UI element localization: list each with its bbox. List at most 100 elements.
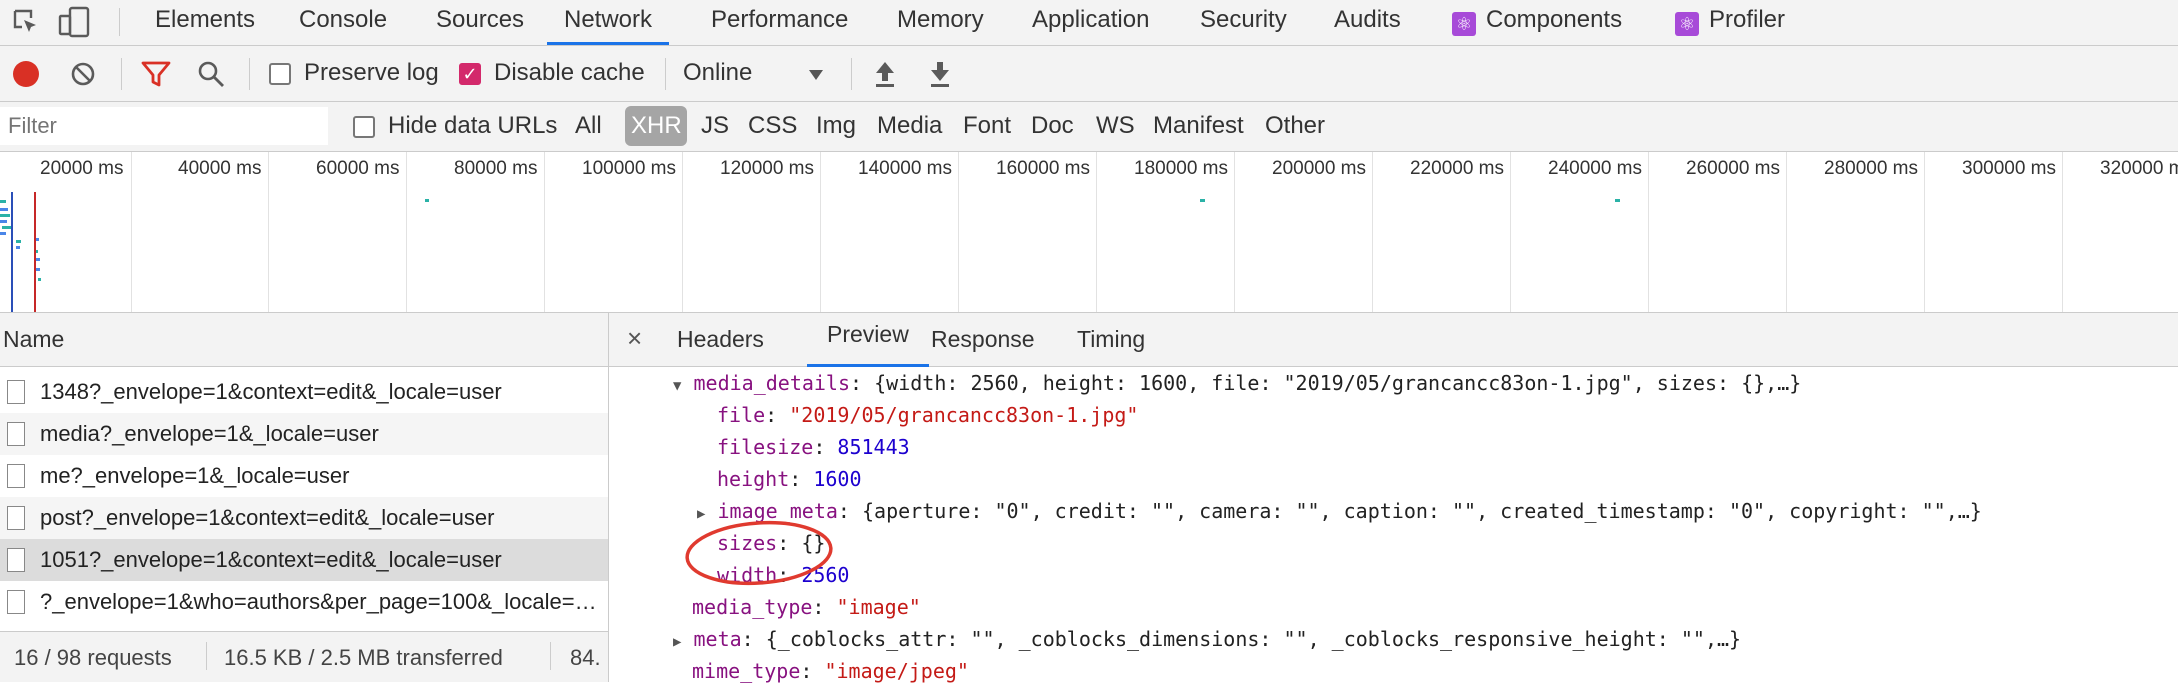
request-row-selected[interactable]: 1051?_envelope=1&context=edit&_locale=us… bbox=[0, 539, 608, 581]
type-filter-css[interactable]: CSS bbox=[748, 112, 797, 140]
toolbar-separator bbox=[665, 58, 666, 90]
request-name: me?_envelope=1&_locale=user bbox=[40, 463, 350, 488]
preserve-log-label: Preserve log bbox=[304, 59, 439, 86]
overview-request-bars bbox=[0, 192, 41, 312]
type-filter-ws[interactable]: WS bbox=[1096, 112, 1135, 140]
status-bar: 16 / 98 requests 16.5 KB / 2.5 MB transf… bbox=[0, 631, 608, 682]
tab-response[interactable]: Response bbox=[931, 326, 1035, 353]
tab-application[interactable]: Application bbox=[1032, 0, 1149, 45]
overview-tick-label: 200000 ms bbox=[1272, 158, 1367, 179]
clear-icon[interactable] bbox=[70, 61, 96, 87]
filter-icon[interactable] bbox=[141, 60, 171, 88]
tab-memory[interactable]: Memory bbox=[897, 0, 984, 45]
type-filter-doc[interactable]: Doc bbox=[1031, 112, 1074, 140]
file-icon bbox=[7, 590, 25, 614]
request-name: 1348?_envelope=1&context=edit&_locale=us… bbox=[40, 379, 502, 404]
tree-line-media-details[interactable]: ▼ media_details: {width: 2560, height: 1… bbox=[673, 371, 1801, 395]
status-separator bbox=[550, 642, 551, 670]
type-filter-xhr[interactable]: XHR bbox=[631, 112, 682, 140]
type-filter-manifest[interactable]: Manifest bbox=[1153, 112, 1244, 140]
property-value: 1600 bbox=[813, 467, 862, 491]
tab-network[interactable]: Network bbox=[547, 0, 670, 45]
overview-tick-label: 120000 ms bbox=[720, 158, 815, 179]
detail-tab-bar: × Headers Preview Response Timing bbox=[609, 313, 2178, 367]
file-icon bbox=[7, 422, 25, 446]
tab-security[interactable]: Security bbox=[1200, 0, 1287, 45]
triangle-right-icon: ▶ bbox=[673, 634, 682, 650]
overview-tick-label: 60000 ms bbox=[316, 158, 400, 179]
request-name: ?_envelope=1&who=authors&per_page=100&_l… bbox=[40, 589, 600, 614]
type-filter-media[interactable]: Media bbox=[877, 112, 942, 140]
file-icon bbox=[7, 380, 25, 404]
type-filter-js[interactable]: JS bbox=[701, 112, 729, 140]
tree-line-image-meta[interactable]: ▶ image_meta: {aperture: "0", credit: ""… bbox=[697, 499, 1982, 523]
request-row[interactable]: media?_envelope=1&_locale=user bbox=[0, 413, 608, 455]
network-toolbar: Preserve log ✓ Disable cache Online bbox=[0, 46, 2178, 102]
overview-gridline bbox=[1510, 152, 1511, 312]
property-summary: {aperture: "0", credit: "", camera: "", … bbox=[862, 499, 1982, 523]
property-key: height bbox=[717, 467, 790, 491]
tab-components[interactable]: ⚛ Components bbox=[1452, 0, 1622, 45]
tab-elements[interactable]: Elements bbox=[155, 0, 255, 45]
property-key: file bbox=[717, 403, 766, 427]
throttling-select[interactable]: Online bbox=[683, 59, 752, 87]
property-key: meta bbox=[693, 627, 742, 651]
tree-line-meta[interactable]: ▶ meta: {_coblocks_attr: "", _coblocks_d… bbox=[673, 627, 1741, 651]
name-column-header[interactable]: Name bbox=[3, 326, 64, 353]
type-filter-img[interactable]: Img bbox=[816, 112, 856, 140]
preserve-log-checkbox[interactable] bbox=[269, 63, 291, 85]
file-icon bbox=[7, 548, 25, 572]
device-toolbar-icon[interactable] bbox=[58, 6, 92, 38]
triangle-down-icon: ▼ bbox=[673, 378, 682, 394]
status-separator bbox=[206, 642, 207, 670]
disable-cache-checkbox[interactable]: ✓ bbox=[459, 63, 481, 85]
tree-line-height: height: 1600 bbox=[717, 467, 862, 491]
toolbar-separator bbox=[249, 58, 250, 90]
filter-input[interactable] bbox=[0, 107, 328, 145]
overview-gridline bbox=[268, 152, 269, 312]
tree-line-file: file: "2019/05/grancancc83on-1.jpg" bbox=[717, 403, 1139, 427]
request-row[interactable]: 1348?_envelope=1&context=edit&_locale=us… bbox=[0, 371, 608, 413]
overview-tick-label: 160000 ms bbox=[996, 158, 1091, 179]
tab-audits[interactable]: Audits bbox=[1334, 0, 1401, 45]
inspect-element-icon[interactable] bbox=[12, 8, 40, 36]
tab-performance[interactable]: Performance bbox=[711, 0, 848, 45]
tab-headers[interactable]: Headers bbox=[677, 326, 764, 353]
record-button[interactable] bbox=[13, 61, 39, 87]
export-har-icon[interactable] bbox=[928, 59, 952, 89]
property-key: mime_type bbox=[692, 659, 801, 683]
property-key: media_type bbox=[692, 595, 813, 619]
type-filter-font[interactable]: Font bbox=[963, 112, 1011, 140]
overview-gridline bbox=[1234, 152, 1235, 312]
close-icon[interactable]: × bbox=[627, 323, 642, 354]
file-icon bbox=[7, 464, 25, 488]
hide-data-urls-checkbox[interactable] bbox=[353, 116, 375, 138]
import-har-icon[interactable] bbox=[873, 59, 897, 89]
tab-sources[interactable]: Sources bbox=[436, 0, 524, 45]
type-filter-all[interactable]: All bbox=[575, 112, 602, 140]
chevron-down-icon bbox=[809, 70, 823, 80]
search-icon[interactable] bbox=[197, 60, 225, 88]
property-key: filesize bbox=[717, 435, 814, 459]
overview-tick-label: 260000 ms bbox=[1686, 158, 1781, 179]
type-filter-other[interactable]: Other bbox=[1265, 112, 1325, 140]
request-row[interactable]: post?_envelope=1&context=edit&_locale=us… bbox=[0, 497, 608, 539]
tab-profiler[interactable]: ⚛ Profiler bbox=[1675, 0, 1785, 45]
network-overview[interactable]: 20000 ms 40000 ms 60000 ms 80000 ms 1000… bbox=[0, 152, 2178, 313]
overview-gridline bbox=[820, 152, 821, 312]
tree-line-mime-type: mime_type: "image/jpeg" bbox=[692, 659, 969, 683]
overview-gridline bbox=[2062, 152, 2063, 312]
tab-timing[interactable]: Timing bbox=[1077, 326, 1145, 353]
request-name: post?_envelope=1&context=edit&_locale=us… bbox=[40, 505, 495, 530]
overview-gridline bbox=[1372, 152, 1373, 312]
tab-console[interactable]: Console bbox=[299, 0, 387, 45]
request-row[interactable]: ?_envelope=1&who=authors&per_page=100&_l… bbox=[0, 581, 608, 623]
tab-components-label: Components bbox=[1486, 6, 1623, 33]
request-row[interactable]: me?_envelope=1&_locale=user bbox=[0, 455, 608, 497]
tab-preview[interactable]: Preview bbox=[807, 313, 929, 367]
tree-line-media-type: media_type: "image" bbox=[692, 595, 921, 619]
overview-gridline bbox=[1786, 152, 1787, 312]
overview-request-dot bbox=[1615, 199, 1620, 202]
overview-gridline bbox=[682, 152, 683, 312]
disable-cache-label: Disable cache bbox=[494, 59, 645, 86]
